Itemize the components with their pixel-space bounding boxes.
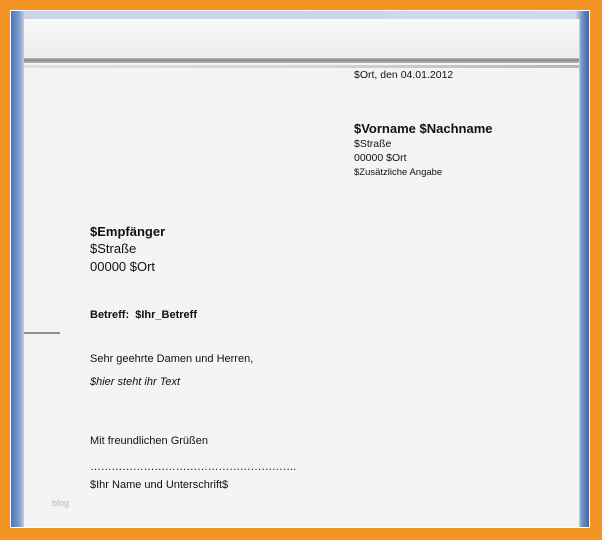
header-rule-shadow <box>24 65 579 68</box>
salutation: Sehr geehrte Damen und Herren, <box>90 353 254 365</box>
subject-label: Betreff: <box>90 309 130 321</box>
page-header <box>24 19 579 57</box>
fold-mark <box>24 332 60 334</box>
recipient-street: $Straße <box>90 241 137 256</box>
sender-extra: $Zusätzliche Angabe <box>354 167 443 178</box>
closing: Mit freundlichen Grüßen <box>90 435 208 447</box>
subject-value: $Ihr_Betreff <box>135 309 197 321</box>
sender-city: 00000 $Ort <box>354 152 407 164</box>
letter-body: $hier steht ihr Text <box>90 376 181 388</box>
watermark: blog <box>52 498 70 508</box>
place-date: $Ort, den 04.01.2012 <box>354 69 454 81</box>
signature-line: …………………………………………………. <box>90 461 297 473</box>
signature-name: $Ihr Name und Unterschrift$ <box>90 479 229 491</box>
header-rule <box>24 58 579 63</box>
recipient-name: $Empfänger <box>90 224 166 239</box>
sender-street: $Straße <box>354 138 392 150</box>
subject-line: Betreff: $Ihr_Betreff <box>90 309 197 321</box>
document-viewer[interactable]: $Ort, den 04.01.2012 $Vorname $Nachname … <box>11 11 589 527</box>
recipient-city: 00000 $Ort <box>90 259 156 274</box>
letter-page: $Ort, den 04.01.2012 $Vorname $Nachname … <box>23 19 580 527</box>
sender-name: $Vorname $Nachname <box>354 121 493 136</box>
outer-frame: $Ort, den 04.01.2012 $Vorname $Nachname … <box>0 0 602 540</box>
